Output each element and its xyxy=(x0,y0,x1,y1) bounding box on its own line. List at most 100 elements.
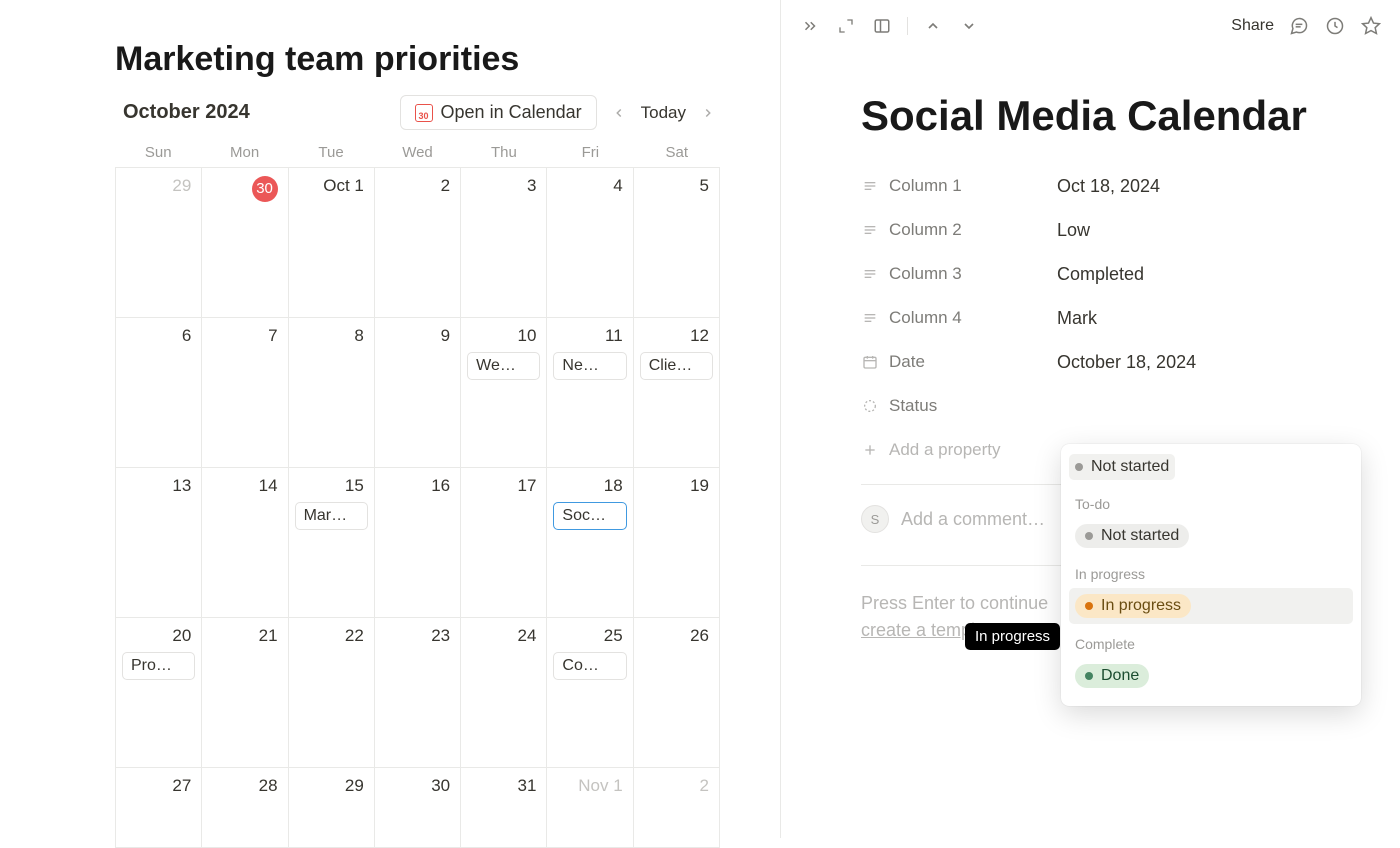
calendar-cell[interactable]: 8 xyxy=(289,318,375,468)
calendar-cell[interactable]: 19 xyxy=(634,468,720,618)
calendar-event[interactable]: Mar… xyxy=(295,502,368,530)
calendar-cell[interactable]: Nov 1 xyxy=(547,768,633,848)
favorite-icon[interactable] xyxy=(1360,15,1382,37)
property-value[interactable]: Low xyxy=(1057,220,1090,241)
calendar-day-number: 5 xyxy=(640,174,713,198)
calendar-event[interactable]: We… xyxy=(467,352,540,380)
prev-month-button[interactable] xyxy=(607,101,631,125)
calendar-cell[interactable]: 29 xyxy=(116,168,202,318)
calendar-cell[interactable]: 21 xyxy=(202,618,288,768)
comments-icon[interactable] xyxy=(1288,15,1310,37)
status-dot-icon xyxy=(1085,602,1093,610)
calendar-cell[interactable]: 5 xyxy=(634,168,720,318)
calendar-cell[interactable]: 9 xyxy=(375,318,461,468)
property-label: Column 3 xyxy=(861,264,1041,284)
property-value[interactable]: Mark xyxy=(1057,308,1097,329)
property-row[interactable]: Column 1Oct 18, 2024 xyxy=(861,164,1340,208)
calendar-cell[interactable]: 20Pro… xyxy=(116,618,202,768)
status-property-icon xyxy=(861,397,879,415)
expand-icon[interactable] xyxy=(835,15,857,37)
property-row[interactable]: Status xyxy=(861,384,1340,428)
peek-mode-icon[interactable] xyxy=(871,15,893,37)
calendar-day-number: 19 xyxy=(640,474,713,498)
calendar-app-icon: 30 xyxy=(415,104,433,122)
calendar-cell[interactable]: 16 xyxy=(375,468,461,618)
calendar-cell[interactable]: 11 Ne… xyxy=(547,318,633,468)
calendar-cell[interactable]: 4 xyxy=(547,168,633,318)
text-property-icon xyxy=(861,265,879,283)
property-row[interactable]: Column 3 Completed xyxy=(861,252,1340,296)
calendar-day-number: 18 xyxy=(553,474,626,498)
calendar-day-number: 4 xyxy=(553,174,626,198)
property-row[interactable]: Column 2Low xyxy=(861,208,1340,252)
property-label: Column 4 xyxy=(861,308,1041,328)
calendar-cell[interactable]: 22 xyxy=(289,618,375,768)
today-button[interactable]: Today xyxy=(641,103,686,123)
calendar-cell[interactable]: 30 xyxy=(202,168,288,318)
calendar-cell[interactable]: 7 xyxy=(202,318,288,468)
property-value[interactable]: Completed xyxy=(1057,264,1144,285)
property-value[interactable]: Oct 18, 2024 xyxy=(1057,176,1160,197)
updates-icon[interactable] xyxy=(1324,15,1346,37)
calendar-day-number: 21 xyxy=(208,624,281,648)
calendar-event[interactable]: Ne… xyxy=(553,352,626,380)
calendar-cell[interactable]: 3 xyxy=(461,168,547,318)
calendar-cell[interactable]: 29 xyxy=(289,768,375,848)
calendar-day-number: 25 xyxy=(553,624,626,648)
calendar-cell[interactable]: 27 xyxy=(116,768,202,848)
calendar-cell[interactable]: 30 xyxy=(375,768,461,848)
status-option[interactable]: Not started xyxy=(1069,518,1353,554)
calendar-month-label[interactable]: October 2024 xyxy=(115,101,250,124)
calendar-day-number: 12 xyxy=(640,324,713,348)
calendar-cell[interactable]: 28 xyxy=(202,768,288,848)
calendar-cell[interactable]: 17 xyxy=(461,468,547,618)
text-property-icon xyxy=(861,309,879,327)
calendar-event[interactable]: Soc… xyxy=(553,502,626,530)
property-row[interactable]: Column 4 Mark xyxy=(861,296,1340,340)
calendar-day-number: 8 xyxy=(295,324,368,348)
calendar-cell[interactable]: 12 Clie… xyxy=(634,318,720,468)
property-row[interactable]: DateOctober 18, 2024 xyxy=(861,340,1340,384)
status-current-value[interactable]: Not started xyxy=(1069,454,1175,480)
calendar-event[interactable]: Clie… xyxy=(640,352,713,380)
prev-record-button[interactable] xyxy=(922,15,944,37)
calendar-day-number: 24 xyxy=(467,624,540,648)
calendar-cell[interactable]: 14 xyxy=(202,468,288,618)
calendar-cell[interactable]: 25 Co… xyxy=(547,618,633,768)
collapse-icon[interactable] xyxy=(799,15,821,37)
calendar-event[interactable]: Co… xyxy=(553,652,626,680)
calendar-cell[interactable]: 15Mar… xyxy=(289,468,375,618)
calendar-cell[interactable]: 2 xyxy=(375,168,461,318)
calendar-cell[interactable]: 2 xyxy=(634,768,720,848)
calendar-day-number: 11 xyxy=(553,324,626,348)
calendar-day-number: 28 xyxy=(208,774,281,798)
calendar-cell[interactable]: 24 xyxy=(461,618,547,768)
text-property-icon xyxy=(861,177,879,195)
status-popover[interactable]: Not started To-doNot startedIn progressI… xyxy=(1061,444,1361,706)
next-month-button[interactable] xyxy=(696,101,720,125)
share-button[interactable]: Share xyxy=(1231,17,1274,35)
status-dot-icon xyxy=(1085,532,1093,540)
calendar-cell[interactable]: 13 xyxy=(116,468,202,618)
open-in-calendar-label: Open in Calendar xyxy=(441,102,582,123)
calendar-cell[interactable]: 31 xyxy=(461,768,547,848)
calendar-cell[interactable]: 10We… xyxy=(461,318,547,468)
status-option[interactable]: Done xyxy=(1069,658,1353,694)
calendar-day-number: 6 xyxy=(122,324,195,348)
property-label: Status xyxy=(861,396,1041,416)
detail-title[interactable]: Social Media Calendar xyxy=(861,92,1340,140)
calendar-cell[interactable]: Oct 1 xyxy=(289,168,375,318)
open-in-calendar-button[interactable]: 30 Open in Calendar xyxy=(400,95,597,130)
calendar-event[interactable]: Pro… xyxy=(122,652,195,680)
calendar-day-number: 23 xyxy=(381,624,454,648)
calendar-day-number: 27 xyxy=(122,774,195,798)
calendar-cell[interactable]: 26 xyxy=(634,618,720,768)
next-record-button[interactable] xyxy=(958,15,980,37)
calendar-cell[interactable]: 23 xyxy=(375,618,461,768)
calendar-day-headers: Sun Mon Tue Wed Thu Fri Sat xyxy=(115,144,720,167)
status-option[interactable]: In progress xyxy=(1069,588,1353,624)
calendar-cell[interactable]: 18 Soc… xyxy=(547,468,633,618)
calendar-cell[interactable]: 6 xyxy=(116,318,202,468)
calendar-day-number: 13 xyxy=(122,474,195,498)
property-value[interactable]: October 18, 2024 xyxy=(1057,352,1196,373)
